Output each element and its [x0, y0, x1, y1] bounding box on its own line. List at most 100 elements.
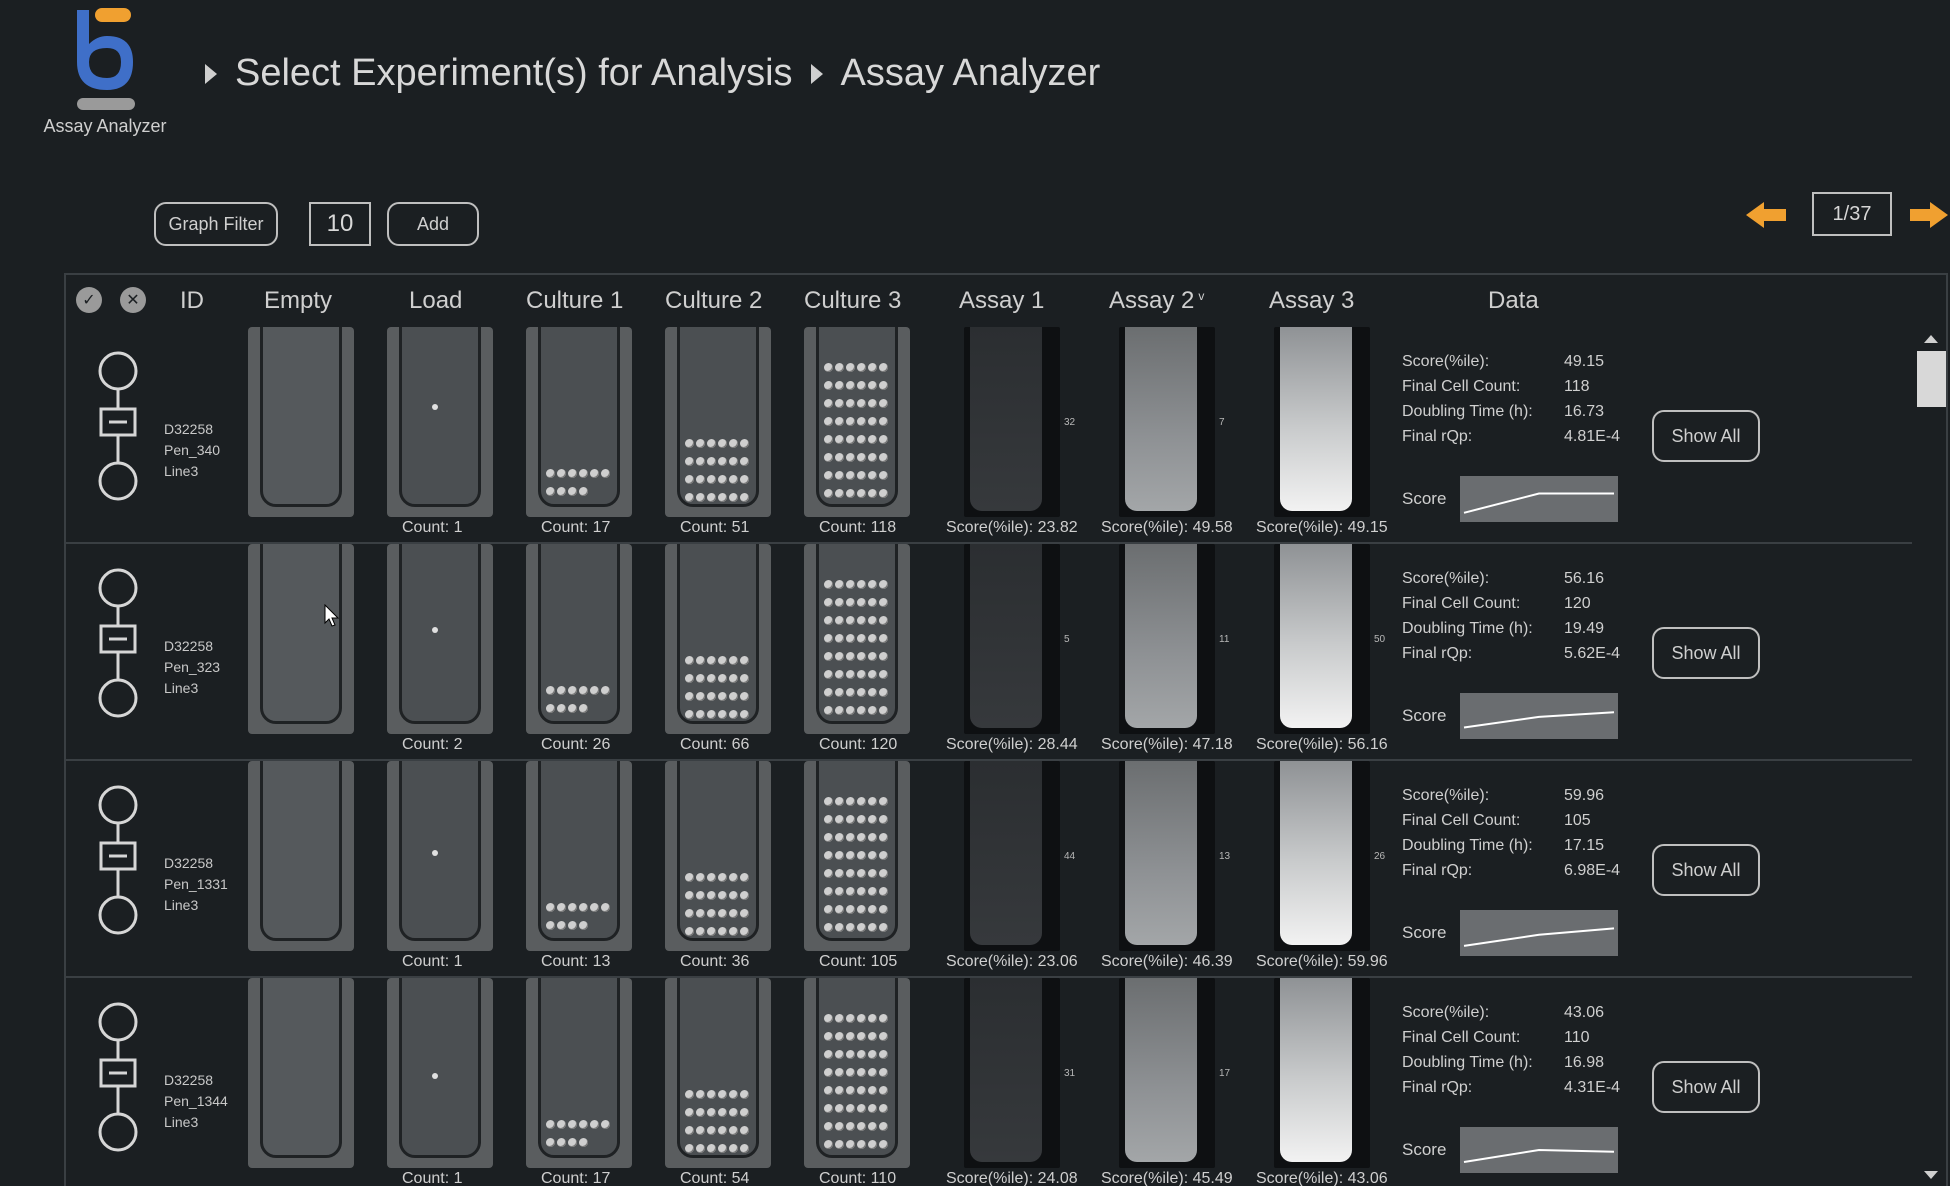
empty-image[interactable] — [248, 544, 354, 734]
culture3-image[interactable] — [804, 544, 910, 734]
cell-count-label: Count: 110 — [819, 1170, 897, 1186]
culture3-image[interactable] — [804, 761, 910, 951]
header-culture3[interactable]: Culture 3 — [804, 287, 901, 315]
assay2-score: Score(%ile): 46.39 — [1101, 953, 1233, 970]
table-row[interactable]: D32258 Pen_340 Line3 Count: 1 Count: 17 Count… — [66, 327, 1912, 544]
culture1-image[interactable] — [526, 544, 632, 734]
add-button[interactable]: Add — [387, 202, 479, 246]
culture3-image[interactable] — [804, 978, 910, 1168]
previous-page-icon[interactable] — [1744, 200, 1788, 230]
assay3-image[interactable] — [1274, 327, 1370, 517]
table-row[interactable]: D32258 Pen_1344 Line3 Count: 1 Count: 17 Coun… — [66, 978, 1912, 1186]
assay3-image[interactable] — [1274, 544, 1370, 734]
assay3-image[interactable] — [1274, 978, 1370, 1168]
assay2-marker: 13 — [1219, 851, 1231, 862]
assay1-image[interactable] — [964, 978, 1060, 1168]
row-id: D32258 Pen_1331 Line3 — [164, 853, 228, 916]
assay3-score: Score(%ile): 56.16 — [1256, 736, 1388, 753]
header-assay2[interactable]: Assay 2v — [1109, 287, 1204, 315]
assay2-image[interactable] — [1119, 544, 1215, 734]
culture3-image[interactable] — [804, 327, 910, 517]
assay1-image[interactable] — [964, 327, 1060, 517]
scroll-down-icon[interactable] — [1924, 1171, 1938, 1179]
vertical-scrollbar[interactable] — [1914, 327, 1946, 1186]
cell-count-label: Count: 36 — [680, 953, 750, 970]
assay2-image[interactable] — [1119, 327, 1215, 517]
app-logo[interactable]: Assay Analyzer — [40, 6, 170, 137]
assay2-image[interactable] — [1119, 978, 1215, 1168]
scroll-up-icon[interactable] — [1924, 335, 1938, 343]
assay1-image[interactable] — [964, 544, 1060, 734]
row-data-panel: Score(%ile): 56.16 Final Cell Count: 120 Dou… — [1402, 570, 1642, 670]
assay3-score: Score(%ile): 49.15 — [1256, 519, 1388, 536]
assay3-marker: 26 — [1374, 851, 1386, 862]
header-empty[interactable]: Empty — [264, 287, 332, 315]
show-all-button[interactable]: Show All — [1652, 410, 1760, 462]
assay1-marker: 31 — [1064, 1068, 1076, 1079]
cell-count-label: Count: 66 — [680, 736, 750, 753]
culture2-image[interactable] — [665, 544, 771, 734]
doubling-time-key: Doubling Time (h): — [1402, 837, 1533, 854]
cell-count-label: Count: 13 — [541, 953, 611, 970]
culture1-image[interactable] — [526, 978, 632, 1168]
row-id-pen: Pen_1331 — [164, 876, 228, 892]
show-all-button[interactable]: Show All — [1652, 627, 1760, 679]
table-row[interactable]: D32258 Pen_323 Line3 Count: 2 Count: 26 Count… — [66, 544, 1912, 761]
assay1-marker: 32 — [1064, 417, 1076, 428]
final-rqp-key: Final rQp: — [1402, 1079, 1473, 1096]
graph-filter-button[interactable]: Graph Filter — [154, 202, 278, 246]
load-image[interactable] — [387, 978, 493, 1168]
culture1-image[interactable] — [526, 327, 632, 517]
assay2-image[interactable] — [1119, 761, 1215, 951]
scrollbar-thumb[interactable] — [1917, 351, 1946, 407]
doubling-time-value: 16.73 — [1564, 403, 1605, 420]
load-image[interactable] — [387, 327, 493, 517]
select-all-check-icon[interactable]: ✓ — [76, 287, 102, 313]
deselect-all-x-icon[interactable]: ✕ — [120, 287, 146, 313]
empty-image[interactable] — [248, 327, 354, 517]
empty-image[interactable] — [248, 761, 354, 951]
header-assay3[interactable]: Assay 3 — [1269, 287, 1354, 315]
header-id[interactable]: ID — [180, 287, 204, 315]
culture2-image[interactable] — [665, 327, 771, 517]
assay3-score: Score(%ile): 43.06 — [1256, 1170, 1388, 1186]
header-load[interactable]: Load — [409, 287, 462, 315]
breadcrumb-arrow-icon — [205, 63, 217, 84]
culture2-image[interactable] — [665, 761, 771, 951]
header-assay1[interactable]: Assay 1 — [959, 287, 1044, 315]
show-all-button[interactable]: Show All — [1652, 1061, 1760, 1113]
assay1-score: Score(%ile): 24.08 — [946, 1170, 1078, 1186]
score-sparkline — [1460, 693, 1618, 739]
cell-count-label: Count: 54 — [680, 1170, 750, 1186]
final-cell-count-key: Final Cell Count: — [1402, 378, 1521, 395]
breadcrumb-select-experiments[interactable]: Select Experiment(s) for Analysis — [235, 52, 793, 95]
show-all-button[interactable]: Show All — [1652, 844, 1760, 896]
load-image[interactable] — [387, 544, 493, 734]
assay2-score: Score(%ile): 45.49 — [1101, 1170, 1233, 1186]
load-image[interactable] — [387, 761, 493, 951]
row-id-experiment: D32258 — [164, 638, 214, 654]
assay1-score: Score(%ile): 23.82 — [946, 519, 1078, 536]
next-page-icon[interactable] — [1910, 200, 1950, 230]
table-row[interactable]: D32258 Pen_1331 Line3 Count: 1 Count: 13 Coun… — [66, 761, 1912, 978]
row-id-pen: Pen_323 — [164, 659, 221, 675]
final-rqp-key: Final rQp: — [1402, 645, 1473, 662]
header-data[interactable]: Data — [1488, 287, 1539, 315]
header-culture2[interactable]: Culture 2 — [665, 287, 762, 315]
breadcrumb-assay-analyzer[interactable]: Assay Analyzer — [841, 52, 1101, 95]
assay-analyzer-app: Assay Analyzer Select Experiment(s) for … — [0, 0, 1950, 1186]
empty-image[interactable] — [248, 978, 354, 1168]
header-culture1[interactable]: Culture 1 — [526, 287, 623, 315]
count-input[interactable] — [309, 202, 371, 246]
final-rqp-value: 4.31E-4 — [1564, 1079, 1621, 1096]
assay2-marker: 7 — [1219, 417, 1225, 428]
assay3-image[interactable] — [1274, 761, 1370, 951]
row-id: D32258 Pen_340 Line3 — [164, 419, 220, 482]
final-rqp-value: 5.62E-4 — [1564, 645, 1621, 662]
culture1-image[interactable] — [526, 761, 632, 951]
culture2-image[interactable] — [665, 978, 771, 1168]
final-cell-count-value: 118 — [1564, 378, 1590, 395]
row-id-experiment: D32258 — [164, 421, 214, 437]
assay1-image[interactable] — [964, 761, 1060, 951]
assay3-score: Score(%ile): 59.96 — [1256, 953, 1388, 970]
